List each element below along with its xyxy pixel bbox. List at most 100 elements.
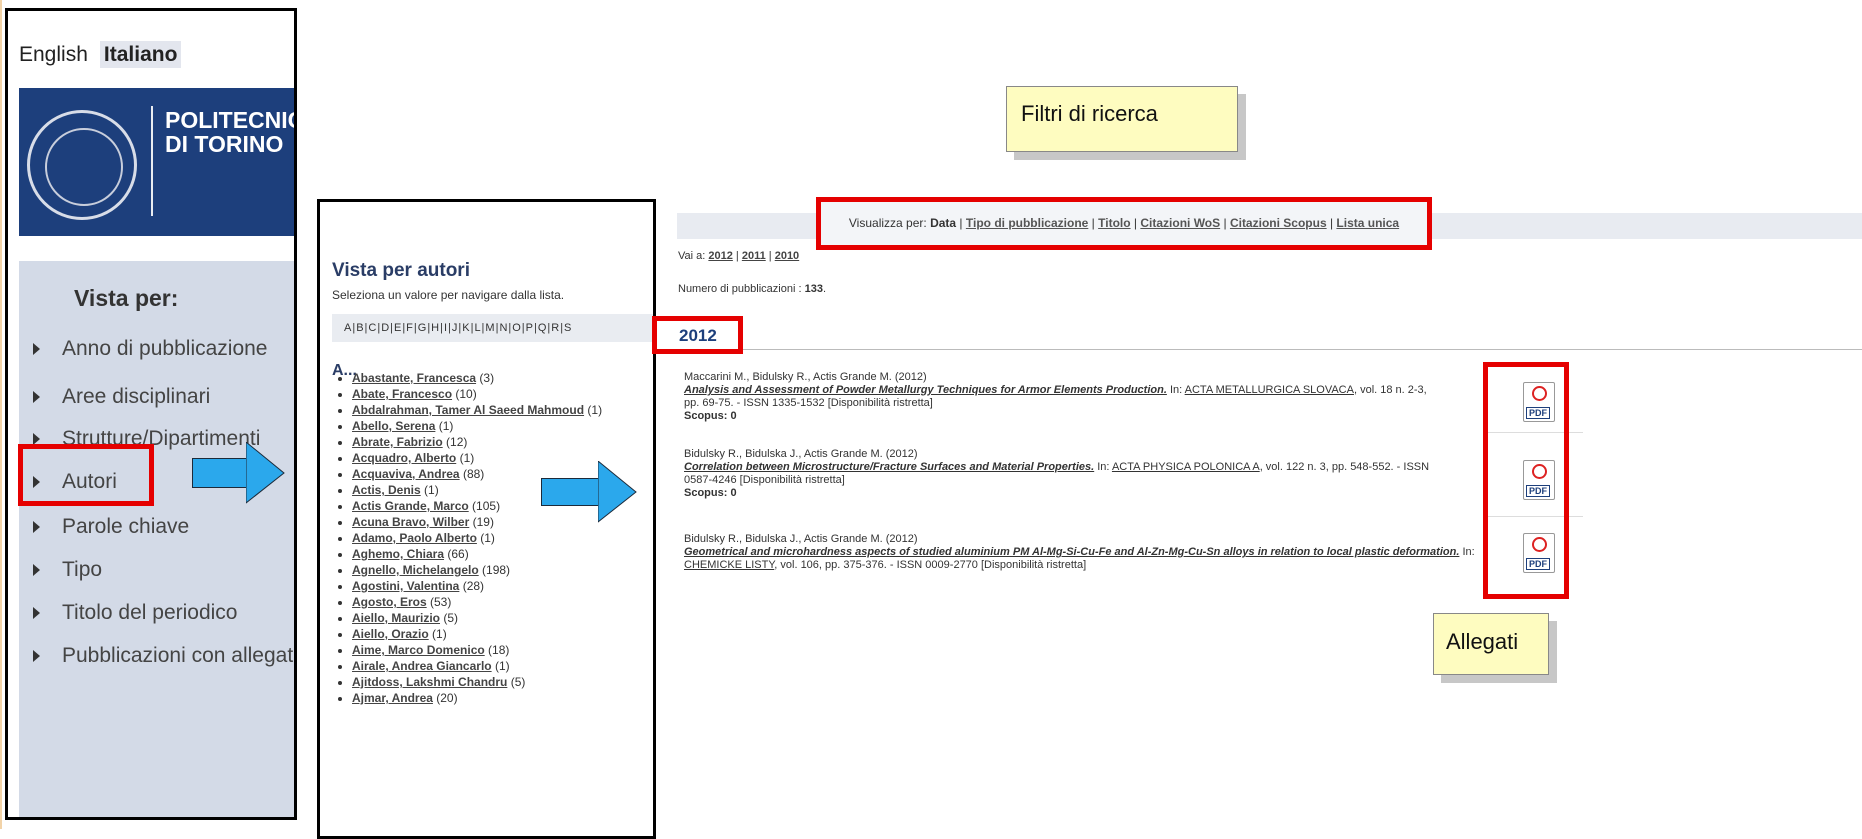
author-link[interactable]: Aime, Marco Domenico — [352, 643, 485, 657]
pub-authors: Bidulsky R., Bidulska J., Actis Grande M… — [684, 533, 918, 545]
view-by-label: Visualizza per: — [848, 216, 927, 230]
author-link[interactable]: Agosto, Eros — [352, 595, 427, 609]
logo-text: POLITECNICO DI TORINO — [165, 107, 294, 156]
pub-details: , vol. 18 n. 2-3, — [1353, 384, 1427, 396]
logo-line-1: POLITECNICO — [165, 107, 294, 133]
jump-year-link[interactable]: 2010 — [775, 250, 799, 262]
view-link-tipo[interactable]: Tipo di pubblicazione — [966, 216, 1088, 230]
author-count: (66) — [447, 547, 469, 561]
author-count: (20) — [436, 691, 458, 705]
university-logo[interactable]: POLITECNICO DI TORINO — [19, 88, 294, 236]
author-count: (3) — [479, 371, 495, 385]
arrow-right-icon — [541, 478, 600, 506]
nav-item-pubblicazioni-allegati[interactable]: Pubblicazioni con allegati — [33, 644, 297, 668]
author-count: (19) — [472, 515, 494, 529]
list-item: Adamo, Paolo Alberto (1) — [352, 530, 602, 546]
view-by-bar: Visualizza per: Data | Tipo di pubblicaz… — [816, 197, 1432, 250]
author-list: Abastante, Francesca (3) Abate, Francesc… — [334, 370, 602, 706]
author-link[interactable]: Abello, Serena — [352, 419, 435, 433]
arrow-head-icon — [598, 461, 637, 523]
author-link[interactable]: Acuna Bravo, Wilber — [352, 515, 469, 529]
list-item: Aiello, Maurizio (5) — [352, 610, 602, 626]
list-item: Airale, Andrea Giancarlo (1) — [352, 658, 602, 674]
author-link[interactable]: Airale, Andrea Giancarlo — [352, 659, 492, 673]
pub-journal-link[interactable]: CHEMICKE LISTY — [684, 559, 774, 571]
year-heading: 2012 — [679, 326, 717, 345]
pub-authors: Maccarini M., Bidulsky R., Actis Grande … — [684, 371, 927, 383]
author-count: (88) — [462, 467, 485, 481]
list-item: Abrate, Fabrizio (12) — [352, 434, 602, 450]
university-seal-icon — [27, 110, 137, 220]
pub-journal-link[interactable]: ACTA PHYSICA POLONICA A — [1112, 461, 1260, 473]
pub-details: , vol. 106, pp. 375-376. - ISSN 0009-277… — [774, 559, 1087, 571]
author-link[interactable]: Abdalrahman, Tamer Al Saeed Mahmoud — [352, 403, 584, 417]
nav-item-label: Pubblicazioni con allegati — [62, 644, 297, 667]
author-count: (5) — [510, 675, 526, 689]
author-count: (1) — [432, 627, 447, 641]
list-item: Aiello, Orazio (1) — [352, 626, 602, 642]
author-link[interactable]: Agnello, Michelangelo — [352, 563, 479, 577]
pub-title-link[interactable]: Geometrical and microhardness aspects of… — [684, 546, 1459, 558]
lang-english-link[interactable]: English — [19, 43, 88, 66]
author-link[interactable]: Ajitdoss, Lakshmi Chandru — [352, 675, 507, 689]
author-link[interactable]: Actis, Denis — [352, 483, 421, 497]
author-link[interactable]: Aiello, Orazio — [352, 627, 429, 641]
list-item: Acuna Bravo, Wilber (19) — [352, 514, 602, 530]
author-link[interactable]: Acquadro, Alberto — [352, 451, 456, 465]
pub-scopus: Scopus: 0 — [684, 410, 737, 422]
author-link[interactable]: Acquaviva, Andrea — [352, 467, 460, 481]
author-link[interactable]: Adamo, Paolo Alberto — [352, 531, 477, 545]
nav-item-anno[interactable]: Anno di pubblicazione — [33, 337, 268, 361]
callout-filters: Filtri di ricerca — [1006, 86, 1238, 152]
logo-divider — [151, 106, 153, 216]
view-link-lista[interactable]: Lista unica — [1336, 216, 1399, 230]
view-link-scopus[interactable]: Citazioni Scopus — [1230, 216, 1327, 230]
triangle-right-icon — [33, 391, 40, 404]
list-item: Agostini, Valentina (28) — [352, 578, 602, 594]
list-item: Acquadro, Alberto (1) — [352, 450, 602, 466]
triangle-right-icon — [33, 650, 40, 663]
author-link[interactable]: Abastante, Francesca — [352, 371, 476, 385]
list-item: Aghemo, Chiara (66) — [352, 546, 602, 562]
jump-year-link[interactable]: 2011 — [742, 250, 766, 262]
author-count: (10) — [455, 387, 477, 401]
author-link[interactable]: Aiello, Maurizio — [352, 611, 440, 625]
author-count: (1) — [459, 451, 475, 465]
author-count: (1) — [480, 531, 495, 545]
pub-in: In: — [1462, 546, 1475, 558]
author-link[interactable]: Agostini, Valentina — [352, 579, 459, 593]
nav-item-aree[interactable]: Aree disciplinari — [33, 385, 210, 409]
count-label: Numero di pubblicazioni : — [678, 283, 802, 295]
view-link-wos[interactable]: Citazioni WoS — [1140, 216, 1220, 230]
year-jump-links: Vai a: 2012 | 2011 | 2010 — [678, 250, 800, 262]
browse-menu: Vista per: Anno di pubblicazione Aree di… — [19, 261, 297, 817]
nav-item-parole-chiave[interactable]: Parole chiave — [33, 515, 189, 539]
nav-item-tipo[interactable]: Tipo — [33, 558, 102, 582]
nav-item-titolo-periodico[interactable]: Titolo del periodico — [33, 601, 238, 625]
pub-journal-link[interactable]: ACTA METALLURGICA SLOVACA — [1185, 384, 1354, 396]
pub-title-link[interactable]: Correlation between Microstructure/Fract… — [684, 461, 1094, 473]
pub-line-2: Geometrical and microhardness aspects of… — [684, 546, 1484, 572]
author-link[interactable]: Actis Grande, Marco — [352, 499, 469, 513]
nav-item-label: Aree disciplinari — [62, 385, 211, 408]
pub-line-3: pp. 69-75. - ISSN 1335-1532 [Disponibili… — [684, 397, 933, 409]
pub-line-3: 0587-4246 [Disponibilità ristretta] — [684, 474, 845, 486]
alphabet-index[interactable]: A|B|C|D|E|F|G|H|I|J|K|L|M|N|O|P|Q|R|S — [332, 314, 653, 342]
list-item: Ajitdoss, Lakshmi Chandru (5) — [352, 674, 602, 690]
lang-italiano-link[interactable]: Italiano — [99, 41, 182, 68]
view-link-titolo[interactable]: Titolo — [1098, 216, 1130, 230]
nav-item-label: Tipo — [62, 558, 103, 581]
pub-scopus: Scopus: 0 — [684, 487, 737, 499]
list-item: Abate, Francesco (10) — [352, 386, 602, 402]
list-item: Abastante, Francesca (3) — [352, 370, 602, 386]
list-item: Abdalrahman, Tamer Al Saeed Mahmoud (1) — [352, 402, 602, 418]
pub-title-link[interactable]: Analysis and Assessment of Powder Metall… — [684, 384, 1167, 396]
author-count: (1) — [438, 419, 454, 433]
author-link[interactable]: Abrate, Fabrizio — [352, 435, 443, 449]
author-link[interactable]: Abate, Francesco — [352, 387, 452, 401]
publication-item: Maccarini M., Bidulsky R., Actis Grande … — [684, 371, 1514, 423]
author-link[interactable]: Ajmar, Andrea — [352, 691, 433, 705]
left-navigation-panel: English Italiano POLITECNICO DI TORINO Vi… — [5, 8, 297, 820]
jump-year-link[interactable]: 2012 — [708, 250, 732, 262]
author-link[interactable]: Aghemo, Chiara — [352, 547, 444, 561]
